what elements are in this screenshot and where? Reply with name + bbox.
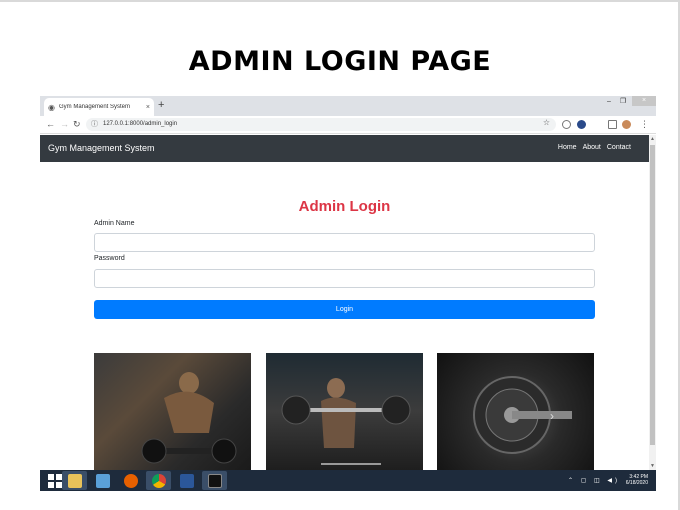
gym-photo-lifter [266,353,423,470]
scroll-thumb[interactable] [650,145,655,445]
tab-title: Gym Management System [58,104,131,110]
app-icon [95,473,110,488]
close-window-button[interactable]: × [632,96,656,106]
dumbbell-graphic [473,376,572,454]
window-controls: – ❐ × [602,96,656,108]
gym-photo-dumbbell: › [437,353,594,470]
taskbar-app[interactable] [90,471,115,490]
carousel-indicators[interactable] [321,463,381,465]
taskbar-firefox[interactable] [118,471,143,490]
slide-title: ADMIN LOGIN PAGE [188,46,492,77]
admin-name-input[interactable] [94,233,595,252]
chrome-icon [151,473,166,488]
taskbar-terminal[interactable] [202,471,227,490]
system-clock[interactable]: 3:42 PM 6/18/2020 [626,474,648,486]
menu-kebab-icon[interactable]: ⋮ [640,119,649,130]
url-text: 127.0.0.1:8000/admin_login [103,121,178,127]
windows-taskbar: ⌃ ▢ ◫ ◀) 3:42 PM 6/18/2020 [40,470,656,491]
browser-tabstrip: ◉ Gym Management System × + – ❐ × [40,96,656,116]
clock-date: 6/18/2020 [625,480,648,486]
carousel-next-icon[interactable]: › [550,409,554,423]
nav-link-home[interactable]: Home [558,144,577,151]
web-page: Gym Management System Home About Contact… [40,135,649,470]
reading-list-icon[interactable] [608,120,617,129]
nav-link-about[interactable]: About [583,144,601,151]
windows-logo-icon [47,473,62,488]
address-bar[interactable]: ⓘ 127.0.0.1:8000/admin_login ☆ [86,118,556,131]
admin-name-label: Admin Name [94,220,135,227]
taskbar-file-explorer[interactable] [62,471,87,490]
nav-links: Home About Contact [558,144,631,151]
forward-arrow-icon[interactable]: → [60,119,69,129]
tab-close-icon[interactable]: × [146,104,150,111]
extension-icon[interactable] [562,120,571,129]
bookmark-star-icon[interactable]: ☆ [543,118,550,127]
reload-icon[interactable]: ↻ [73,119,81,130]
system-tray-icons[interactable]: ⌃ ▢ ◫ ◀) [568,477,620,484]
profile-avatar-icon[interactable] [622,120,631,129]
scroll-up-icon[interactable]: ▲ [650,136,655,142]
word-icon [179,473,194,488]
info-icon[interactable]: ⓘ [91,119,98,129]
login-heading: Admin Login [298,198,391,215]
taskbar-word[interactable] [174,471,199,490]
password-label: Password [94,255,125,262]
gym-photo-deadlift [94,353,251,470]
back-arrow-icon[interactable]: ← [46,119,55,129]
scroll-down-icon[interactable]: ▼ [650,463,655,469]
nav-link-contact[interactable]: Contact [607,144,631,151]
site-navbar: Gym Management System Home About Contact [40,135,649,162]
firefox-icon [123,473,138,488]
terminal-icon [207,473,222,488]
extension-icon[interactable] [577,120,586,129]
password-input[interactable] [94,269,595,288]
athlete-silhouette [141,372,237,464]
folder-icon [67,473,82,488]
site-brand[interactable]: Gym Management System [48,143,155,153]
minimize-button[interactable]: – [602,96,616,108]
login-button[interactable]: Login [94,300,595,319]
page-scrollbar[interactable]: ▲ ▼ [649,135,656,470]
browser-screenshot: ◉ Gym Management System × + – ❐ × ← → ↻ … [40,96,656,491]
taskbar-chrome[interactable] [146,471,171,490]
browser-tab[interactable]: ◉ Gym Management System × [44,98,154,116]
new-tab-button[interactable]: + [158,99,164,111]
athlete-silhouette [281,378,411,448]
restore-button[interactable]: ❐ [616,96,630,108]
browser-toolbar: ← → ↻ ⓘ 127.0.0.1:8000/admin_login ☆ ⋮ [40,116,656,134]
slide-border [0,0,680,2]
globe-icon: ◉ [48,102,55,112]
